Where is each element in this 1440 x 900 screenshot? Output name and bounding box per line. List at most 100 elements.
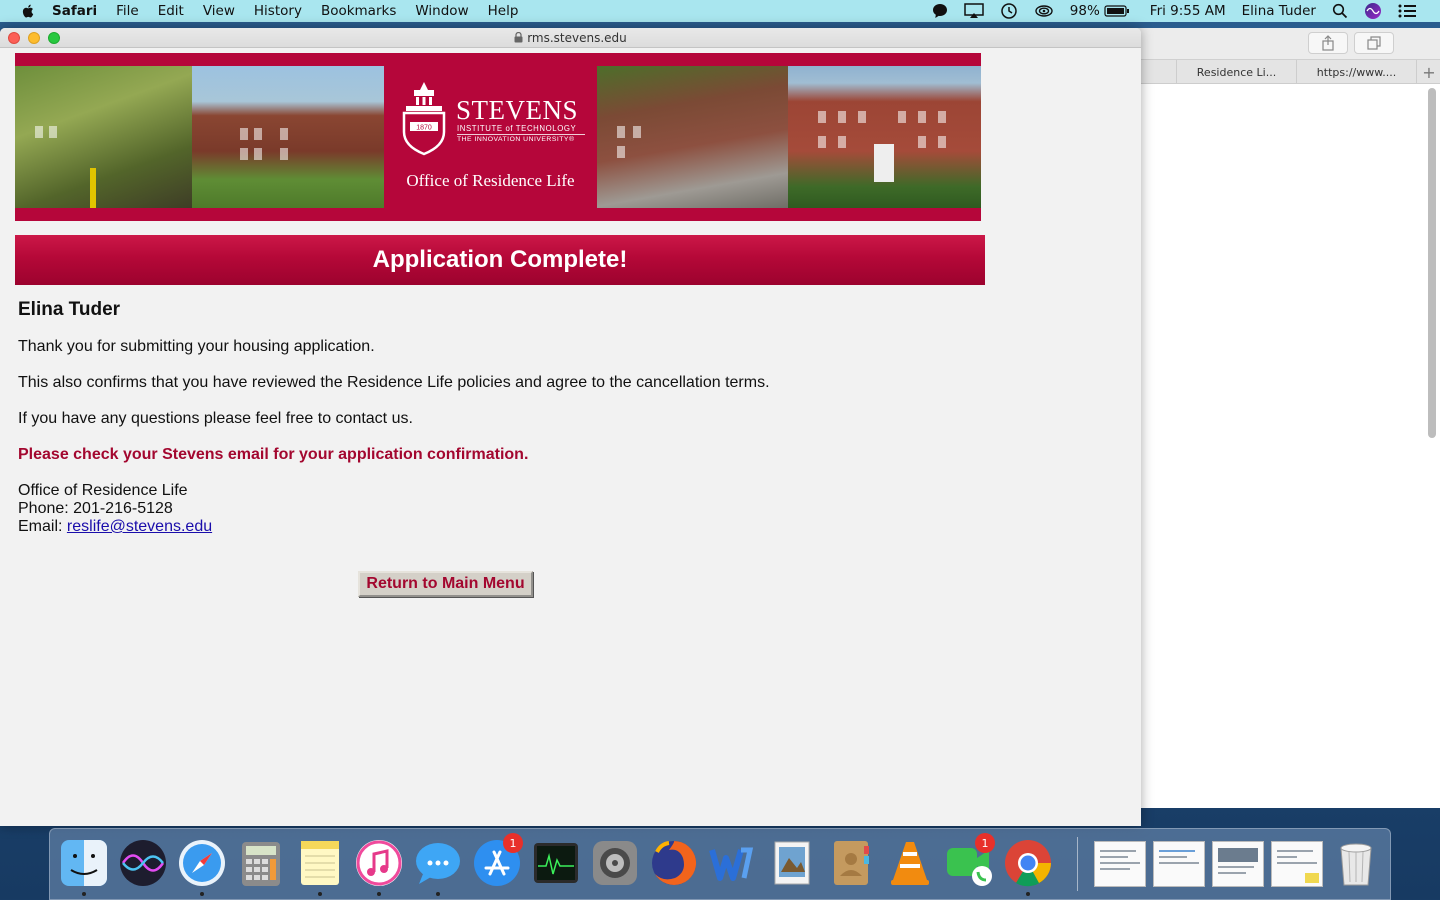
stevens-tagline: THE INNOVATION UNIVERSITY®: [457, 136, 575, 143]
menu-window[interactable]: Window: [415, 3, 468, 19]
lock-icon: [514, 32, 523, 43]
contacts-icon: [834, 841, 869, 885]
dock-finder[interactable]: [58, 837, 110, 896]
dock-app-store[interactable]: 1: [471, 833, 523, 889]
word-icon: [709, 847, 754, 881]
menu-edit[interactable]: Edit: [158, 3, 184, 19]
dock-minimized-window-1[interactable]: [1094, 841, 1146, 887]
chat-bubble-icon[interactable]: [932, 3, 948, 19]
dock-vlc[interactable]: [884, 837, 936, 889]
policy-confirmation-message: This also confirms that you have reviewe…: [18, 374, 770, 391]
campus-photo-1: [15, 66, 192, 208]
residence-life-banner: 1870 STEVENS INSTITUTE of TECHNOLOGY THE…: [15, 53, 981, 221]
plus-icon: +: [1422, 62, 1436, 82]
share-button[interactable]: [1308, 32, 1348, 54]
window-minimize-button[interactable]: [28, 32, 40, 44]
siri-icon[interactable]: [1364, 2, 1382, 20]
background-scrollbar[interactable]: [1428, 88, 1436, 438]
dock-safari[interactable]: [176, 837, 228, 896]
background-tab-bar: e Residence Li... https://www.... +: [1101, 60, 1440, 84]
airplay-icon[interactable]: [964, 3, 984, 19]
dock-chrome[interactable]: [1002, 837, 1054, 896]
dock-facetime[interactable]: 1: [943, 833, 995, 889]
menu-bar: Safari File Edit View History Bookmarks …: [0, 0, 1440, 22]
email-link[interactable]: reslife@stevens.edu: [67, 518, 212, 535]
dock-contacts[interactable]: [825, 837, 877, 889]
gear-icon: [593, 841, 637, 885]
menu-history[interactable]: History: [254, 3, 302, 19]
applicant-name: Elina Tuder: [18, 299, 121, 320]
dock: 1 1: [49, 828, 1391, 900]
campus-photo-3: [597, 66, 788, 208]
notes-icon: [301, 841, 339, 885]
notification-center-icon[interactable]: [1398, 4, 1416, 18]
trash-icon: [1340, 843, 1372, 886]
office-email-line: Email: reslife@stevens.edu: [18, 518, 212, 536]
chrome-icon: [1005, 840, 1051, 887]
campus-photo-4: [788, 66, 981, 208]
show-tabs-button[interactable]: [1354, 32, 1394, 54]
tabs-icon: [1367, 36, 1381, 50]
dock-firefox[interactable]: [648, 837, 700, 889]
new-tab-button[interactable]: +: [1416, 60, 1440, 84]
page-title: Application Complete!: [15, 235, 985, 285]
dock-siri[interactable]: [117, 837, 169, 889]
address-bar[interactable]: rms.stevens.edu: [514, 31, 627, 45]
return-to-main-menu-button[interactable]: Return to Main Menu: [358, 571, 533, 597]
dock-messages[interactable]: [412, 837, 464, 896]
dock-preview[interactable]: [766, 837, 818, 889]
menu-view[interactable]: View: [203, 3, 235, 19]
dock-activity-monitor[interactable]: [530, 837, 582, 889]
office-contact-block: Office of Residence Life Phone: 201-216-…: [18, 482, 212, 536]
activity-monitor-icon: [534, 843, 578, 883]
safari-window: rms.stevens.edu 1870 STEVENS INSTITUTE o…: [0, 28, 1141, 826]
dock-word[interactable]: [707, 837, 759, 889]
stevens-seal-icon: 1870: [402, 82, 446, 156]
finder-icon: [61, 840, 107, 886]
dock-system-preferences[interactable]: [589, 837, 641, 889]
menu-help[interactable]: Help: [488, 3, 519, 19]
facetime-badge: 1: [975, 833, 995, 853]
svg-text:1870: 1870: [416, 125, 432, 132]
tab-https-label: https://www....: [1316, 65, 1397, 79]
window-close-button[interactable]: [8, 32, 20, 44]
dock-minimized-window-4[interactable]: [1271, 841, 1323, 887]
dock-trash[interactable]: [1330, 837, 1382, 889]
dock-minimized-window-2[interactable]: [1153, 841, 1205, 887]
battery-percent: 98%: [1069, 3, 1100, 19]
campus-photo-2: [192, 66, 384, 208]
dock-itunes[interactable]: [353, 837, 405, 896]
background-browser-window[interactable]: e Residence Li... https://www.... +: [1100, 28, 1440, 808]
window-titlebar[interactable]: rms.stevens.edu: [0, 28, 1141, 48]
firefox-icon: [652, 840, 697, 885]
stevens-logo-block: 1870 STEVENS INSTITUTE of TECHNOLOGY THE…: [384, 53, 597, 221]
spotlight-search-icon[interactable]: [1332, 3, 1348, 19]
window-zoom-button[interactable]: [48, 32, 60, 44]
dock-minimized-window-3[interactable]: [1212, 841, 1264, 887]
time-machine-icon[interactable]: [1000, 2, 1018, 20]
itunes-icon: [356, 840, 402, 886]
background-toolbar: [1101, 28, 1440, 60]
email-label: Email:: [18, 518, 67, 535]
wifi-icon[interactable]: [1034, 3, 1054, 19]
menu-user[interactable]: Elina Tuder: [1242, 3, 1316, 19]
share-icon: [1322, 35, 1334, 51]
url-text: rms.stevens.edu: [527, 30, 627, 45]
vlc-icon: [891, 842, 929, 885]
battery-icon[interactable]: [1104, 5, 1130, 17]
menu-bookmarks[interactable]: Bookmarks: [321, 3, 396, 19]
dock-calculator[interactable]: [235, 837, 287, 889]
menu-app-name[interactable]: Safari: [52, 3, 97, 19]
banner-office-name: Office of Residence Life: [406, 171, 575, 190]
apple-icon[interactable]: [18, 3, 38, 19]
tab-residence-life[interactable]: Residence Li...: [1176, 60, 1296, 84]
tab-residence-life-label: Residence Li...: [1196, 65, 1277, 79]
contact-message: If you have any questions please feel fr…: [18, 410, 413, 427]
calculator-icon: [242, 842, 280, 886]
menu-clock[interactable]: Fri 9:55 AM: [1150, 3, 1226, 19]
menu-file[interactable]: File: [116, 3, 139, 19]
tab-https[interactable]: https://www....: [1296, 60, 1416, 84]
dock-notes[interactable]: [294, 837, 346, 896]
check-email-notice: Please check your Stevens email for your…: [18, 446, 529, 463]
dock-separator: [1077, 837, 1078, 891]
